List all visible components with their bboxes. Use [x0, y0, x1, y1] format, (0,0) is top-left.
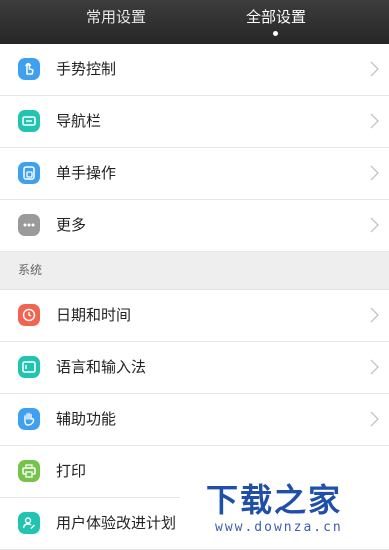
setting-label: 导航栏: [56, 112, 102, 130]
section-header-system: 系统: [0, 252, 389, 290]
setting-label: 用户体验改进计划: [56, 514, 177, 532]
setting-label: 打印: [56, 462, 87, 480]
setting-accessibility[interactable]: 辅助功能: [0, 394, 389, 446]
chevron-right-icon: [370, 165, 379, 181]
setting-label: 日期和时间: [56, 306, 132, 324]
user-experience-icon: [18, 512, 40, 534]
chevron-right-icon: [370, 359, 379, 375]
setting-one-hand-mode[interactable]: 单手操作: [0, 148, 389, 200]
watermark-url: www.downza.cn: [215, 520, 343, 535]
printer-icon: [18, 460, 40, 482]
chevron-right-icon: [370, 113, 379, 129]
gesture-hand-icon: [18, 58, 40, 80]
one-hand-icon: [18, 162, 40, 184]
watermark-title: 下载之家: [206, 481, 343, 519]
setting-more[interactable]: 更多: [0, 200, 389, 252]
section-title: 系统: [18, 263, 43, 277]
navigation-bar-icon: [18, 110, 40, 132]
setting-navigation-bar[interactable]: 导航栏: [0, 96, 389, 148]
chevron-right-icon: [370, 217, 379, 233]
setting-label: 更多: [56, 216, 87, 234]
chevron-right-icon: [370, 61, 379, 77]
active-tab-indicator: [273, 31, 278, 36]
setting-label: 辅助功能: [56, 410, 117, 428]
chevron-right-icon: [370, 307, 379, 323]
chevron-right-icon: [370, 411, 379, 427]
keyboard-icon: [18, 356, 40, 378]
accessibility-hand-icon: [18, 408, 40, 430]
site-watermark: 下载之家 www.downza.cn: [180, 463, 389, 548]
tab-common-settings[interactable]: 常用设置: [46, 0, 186, 44]
settings-tab-bar: 常用设置 全部设置: [0, 0, 389, 44]
setting-label: 手势控制: [56, 60, 117, 78]
tab-all-settings[interactable]: 全部设置: [206, 0, 346, 44]
setting-label: 单手操作: [56, 164, 117, 182]
setting-date-time[interactable]: 日期和时间: [0, 290, 389, 342]
clock-icon: [18, 304, 40, 326]
setting-label: 语言和输入法: [56, 358, 147, 376]
more-dots-icon: [18, 214, 40, 236]
setting-language-input[interactable]: 语言和输入法: [0, 342, 389, 394]
setting-gesture-control[interactable]: 手势控制: [0, 44, 389, 96]
